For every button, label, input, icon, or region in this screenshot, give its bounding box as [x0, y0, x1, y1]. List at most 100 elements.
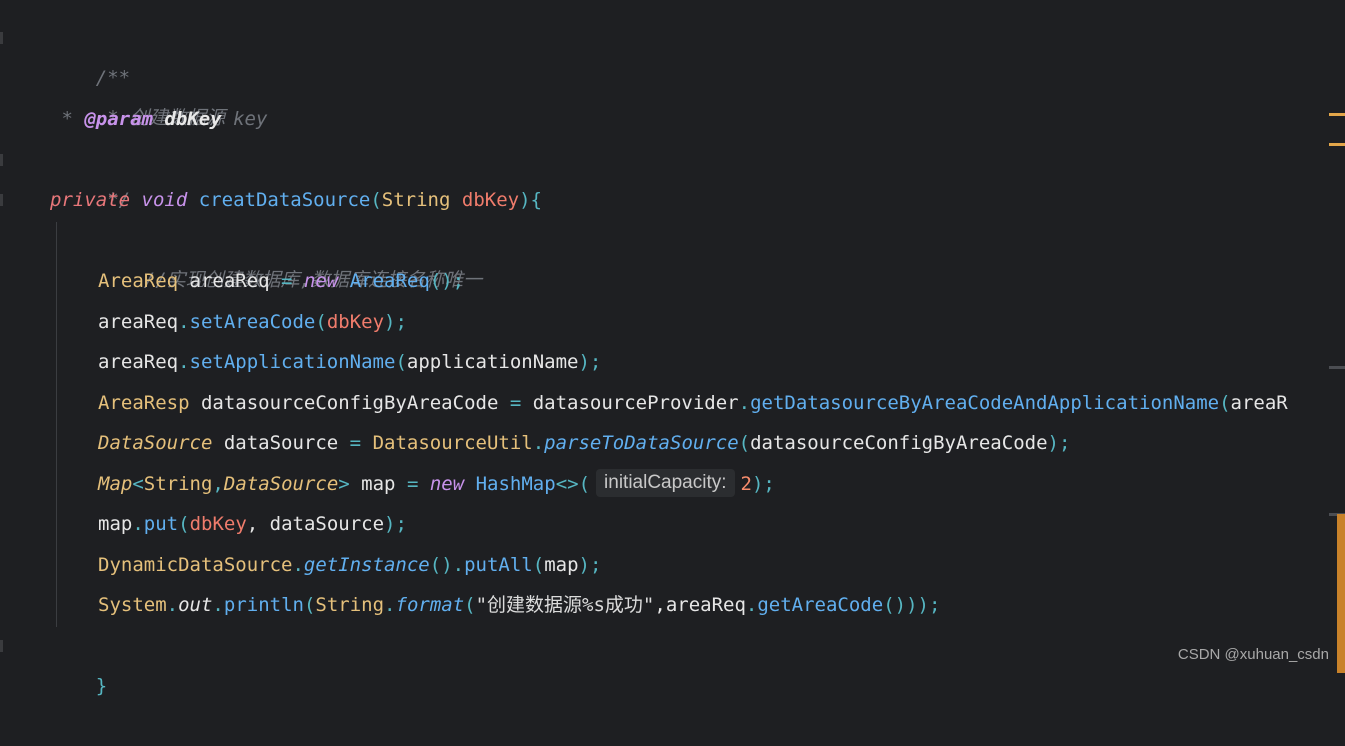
- method-call[interactable]: setApplicationName: [190, 351, 396, 373]
- number-literal[interactable]: 2: [741, 473, 752, 495]
- dot: .: [212, 594, 224, 616]
- generic-open: <: [132, 473, 144, 495]
- gutter-fold-marker[interactable]: [0, 640, 3, 652]
- variable-name[interactable]: map: [98, 513, 132, 535]
- static-method-call[interactable]: parseToDataSource: [544, 432, 738, 454]
- assign-op: =: [338, 432, 373, 454]
- argument[interactable]: dataSource: [270, 513, 384, 535]
- code-line[interactable]: System.out.println(String.format("创建数据源%…: [98, 585, 940, 625]
- type-arg[interactable]: String: [144, 473, 213, 495]
- class-name[interactable]: DynamicDataSource: [98, 554, 292, 576]
- type-name[interactable]: String: [382, 189, 451, 211]
- static-method-call[interactable]: format: [396, 594, 465, 616]
- javadoc-param-name: dbKey: [164, 108, 222, 130]
- class-name[interactable]: System: [98, 594, 167, 616]
- argument[interactable]: datasourceConfigByAreaCode: [750, 432, 1047, 454]
- code-line[interactable]: AreaResp datasourceConfigByAreaCode = da…: [98, 383, 1288, 423]
- error-stripe-marker[interactable]: [1329, 113, 1345, 116]
- type-name[interactable]: Map: [98, 473, 132, 495]
- paren: (: [395, 351, 407, 373]
- code-line[interactable]: areaReq.setAreaCode(dbKey);: [98, 302, 407, 342]
- code-line[interactable]: areaReq.setApplicationName(applicationNa…: [98, 342, 601, 382]
- variable-name[interactable]: areaReq: [666, 594, 746, 616]
- parameter-name[interactable]: dbKey: [327, 311, 384, 333]
- type-arg[interactable]: DataSource: [224, 473, 338, 495]
- code-line[interactable]: * @param dbKey key: [50, 99, 267, 139]
- call-tail: );: [578, 554, 602, 576]
- argument[interactable]: map: [544, 554, 578, 576]
- constructor-name[interactable]: HashMap: [476, 473, 556, 495]
- vertical-scrollbar-thumb[interactable]: [1337, 514, 1345, 673]
- code-line[interactable]: }: [50, 626, 107, 697]
- error-stripe-marker[interactable]: [1329, 143, 1345, 146]
- code-line[interactable]: Map<String,DataSource> map = new HashMap…: [98, 464, 775, 504]
- class-name[interactable]: DatasourceUtil: [373, 432, 533, 454]
- code-line[interactable]: /**: [50, 18, 130, 89]
- call-tail: ()));: [883, 594, 941, 616]
- argument[interactable]: areaR: [1231, 392, 1288, 414]
- method-call[interactable]: println: [224, 594, 304, 616]
- paren: (: [1219, 392, 1231, 414]
- code-line[interactable]: //实现创建数据库,数据库连接名称唯一: [98, 220, 482, 291]
- method-name[interactable]: creatDataSource: [199, 189, 371, 211]
- variable-name[interactable]: areaReq: [98, 351, 178, 373]
- variable-name[interactable]: map: [361, 473, 395, 495]
- call-tail: );: [578, 351, 602, 373]
- assign-op: =: [395, 473, 430, 495]
- variable-name[interactable]: dataSource: [224, 432, 338, 454]
- variable-name[interactable]: areaReq: [98, 311, 178, 333]
- code-line[interactable]: map.put(dbKey, dataSource);: [98, 504, 407, 544]
- static-field[interactable]: out: [178, 594, 212, 616]
- string-literal[interactable]: "创建数据源%s成功": [476, 594, 655, 616]
- paren: (: [578, 473, 591, 495]
- code-editor[interactable]: /** * 创建数据源 * @param dbKey key */ privat…: [0, 0, 1345, 697]
- gutter-fold-marker[interactable]: [0, 154, 3, 166]
- parameter-name[interactable]: dbKey: [190, 513, 247, 535]
- code-line[interactable]: */: [50, 140, 130, 211]
- parameter-hint: initialCapacity:: [596, 468, 735, 497]
- parameter-name[interactable]: dbKey: [462, 189, 519, 211]
- keyword-void: void: [141, 189, 188, 211]
- code-line[interactable]: private void creatDataSource(String dbKe…: [50, 180, 542, 220]
- code-line[interactable]: AreaReq areaReq = new AreaReq();: [98, 261, 464, 301]
- call-tail: ();: [429, 270, 465, 292]
- method-call[interactable]: getDatasourceByAreaCodeAndApplicationNam…: [750, 392, 1219, 414]
- keyword-new: new: [429, 473, 465, 495]
- gutter-fold-marker[interactable]: [0, 194, 3, 206]
- paren: (: [178, 513, 190, 535]
- assign-op: =: [498, 392, 533, 414]
- class-name[interactable]: String: [315, 594, 384, 616]
- method-call[interactable]: putAll: [464, 554, 533, 576]
- object-name[interactable]: datasourceProvider: [533, 392, 739, 414]
- type-name[interactable]: AreaReq: [98, 270, 178, 292]
- call-tail: );: [1047, 432, 1071, 454]
- method-call[interactable]: put: [144, 513, 178, 535]
- watermark: CSDN @xuhuan_csdn: [1177, 646, 1329, 663]
- gutter-fold-marker[interactable]: [0, 32, 3, 44]
- dot: .: [166, 594, 179, 616]
- method-call[interactable]: getAreaCode: [757, 594, 883, 616]
- variable-name[interactable]: datasourceConfigByAreaCode: [201, 392, 498, 414]
- dot: .: [292, 554, 304, 576]
- constructor-name[interactable]: AreaReq: [350, 270, 430, 292]
- method-call[interactable]: setAreaCode: [190, 311, 316, 333]
- code-line[interactable]: * 创建数据源: [50, 58, 225, 129]
- comma: ,: [246, 513, 270, 535]
- error-stripe-marker[interactable]: [1329, 366, 1345, 369]
- type-name[interactable]: AreaResp: [98, 392, 190, 414]
- code-line[interactable]: DataSource dataSource = DatasourceUtil.p…: [98, 423, 1070, 463]
- code-line[interactable]: DynamicDataSource.getInstance().putAll(m…: [98, 545, 601, 585]
- argument[interactable]: applicationName: [407, 351, 579, 373]
- keyword-private: private: [50, 189, 131, 211]
- type-name[interactable]: DataSource: [98, 432, 212, 454]
- paren: (: [738, 432, 751, 454]
- javadoc-tag: @param: [84, 108, 153, 130]
- variable-name[interactable]: areaReq: [190, 270, 270, 292]
- javadoc-star: *: [50, 108, 85, 130]
- static-method-call[interactable]: getInstance: [304, 554, 430, 576]
